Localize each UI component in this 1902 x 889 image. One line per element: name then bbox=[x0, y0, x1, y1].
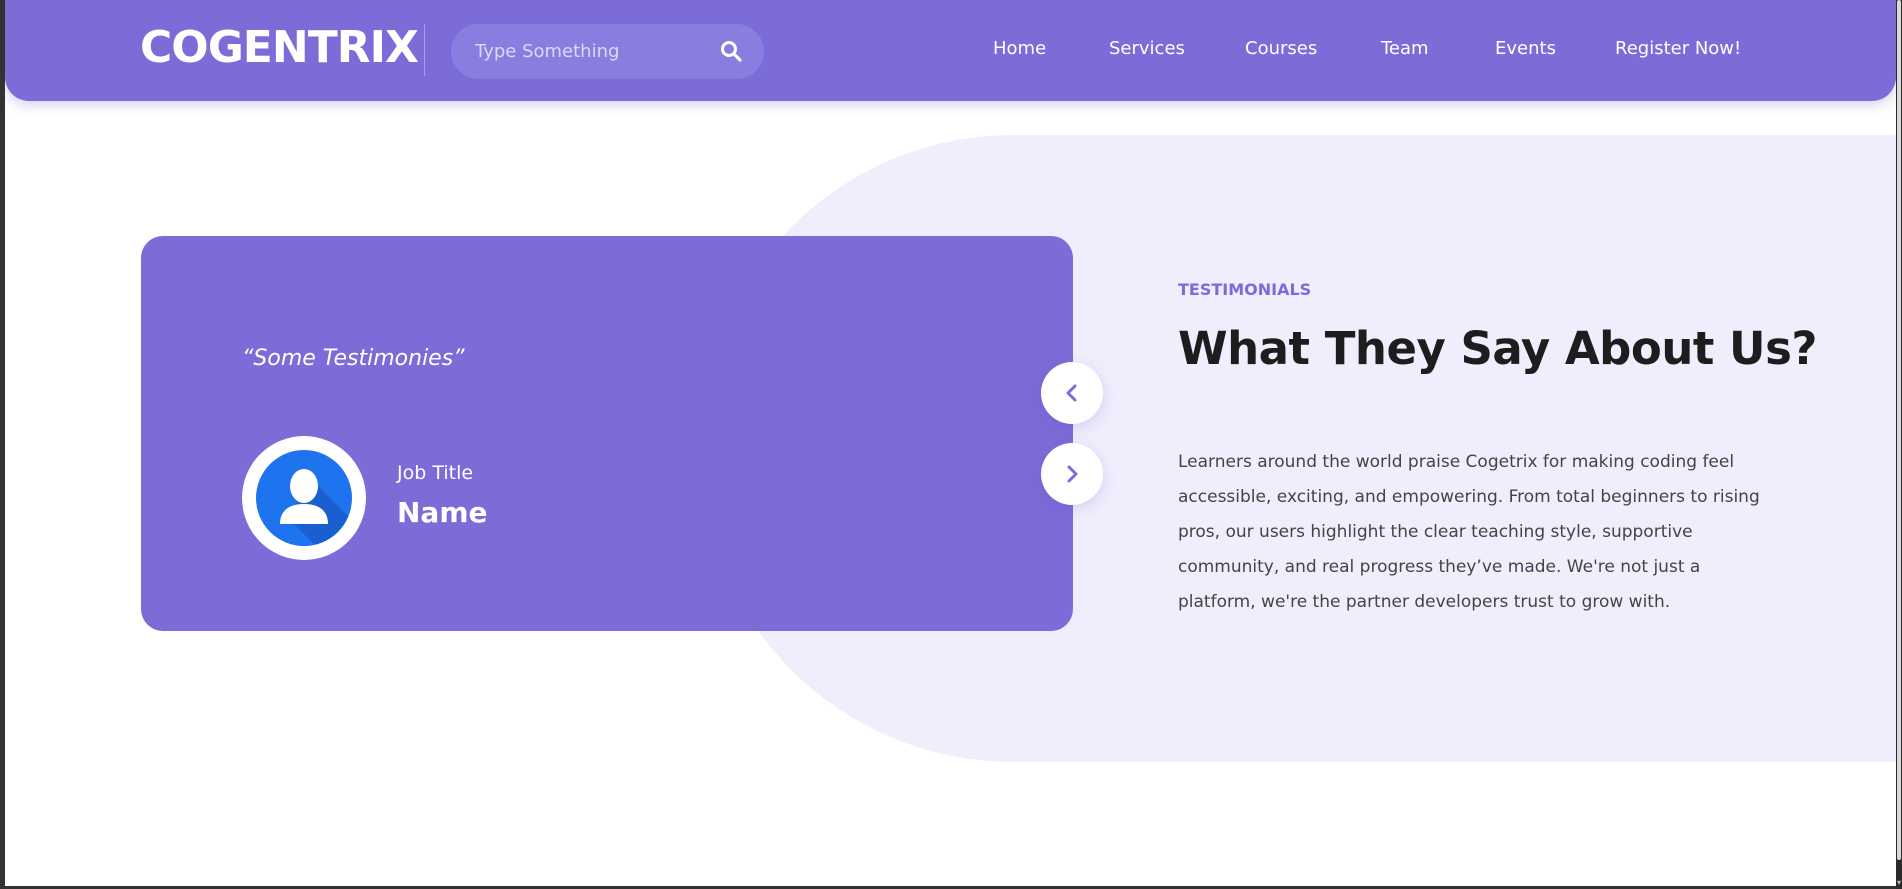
avatar bbox=[242, 436, 366, 560]
logo[interactable]: COGENTRIX bbox=[140, 22, 419, 73]
search-icon[interactable] bbox=[719, 39, 743, 63]
logo-divider bbox=[424, 24, 425, 76]
page-viewport: COGENTRIX Home Services Courses Team Eve… bbox=[5, 0, 1896, 886]
nav-home[interactable]: Home bbox=[993, 38, 1046, 59]
scroll-down-icon[interactable]: ▾ bbox=[1896, 877, 1902, 889]
scrollbar-thumb[interactable] bbox=[1897, 0, 1901, 860]
section-heading: What They Say About Us? bbox=[1178, 322, 1817, 375]
chevron-left-icon bbox=[1066, 384, 1077, 402]
testimonial-quote: “Some Testimonies” bbox=[242, 346, 465, 371]
nav-team[interactable]: Team bbox=[1381, 38, 1429, 59]
nav-events[interactable]: Events bbox=[1495, 38, 1556, 59]
testimonial-card: “Some Testimonies” Job Title Name bbox=[141, 236, 1073, 631]
search-box bbox=[451, 24, 764, 79]
next-testimonial-button[interactable] bbox=[1041, 443, 1103, 505]
job-title: Job Title bbox=[397, 462, 474, 484]
search-input[interactable] bbox=[475, 38, 705, 64]
section-eyebrow: TESTIMONIALS bbox=[1178, 280, 1312, 299]
previous-testimonial-button[interactable] bbox=[1041, 362, 1103, 424]
user-avatar-icon bbox=[256, 450, 352, 546]
section-description: Learners around the world praise Cogetri… bbox=[1178, 452, 1760, 612]
scrollbar[interactable]: ▾ bbox=[1896, 0, 1902, 889]
nav-services[interactable]: Services bbox=[1109, 38, 1185, 59]
chevron-right-icon bbox=[1067, 465, 1078, 483]
nav-register-now[interactable]: Register Now! bbox=[1615, 38, 1741, 59]
nav-courses[interactable]: Courses bbox=[1245, 38, 1317, 59]
person-name: Name bbox=[397, 496, 488, 529]
site-header: COGENTRIX Home Services Courses Team Eve… bbox=[5, 0, 1896, 101]
